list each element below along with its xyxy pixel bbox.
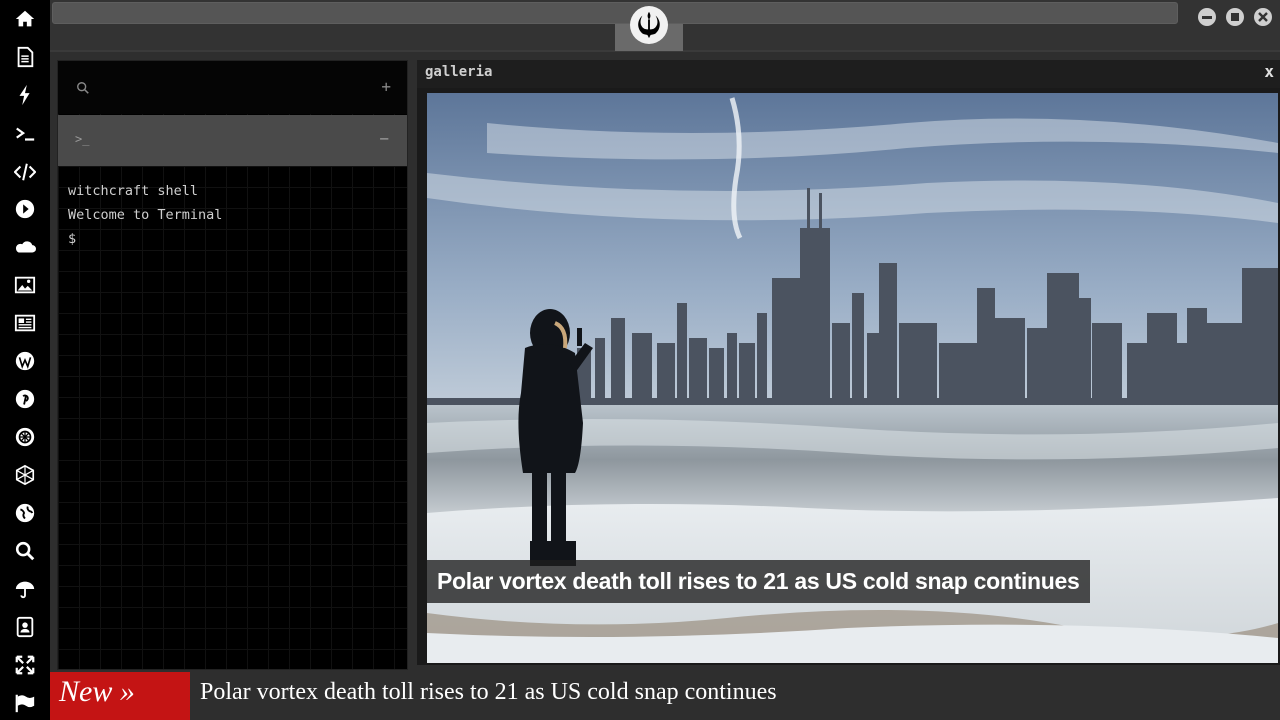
globe-icon[interactable]: [12, 500, 38, 526]
collapse-terminal-button[interactable]: −: [379, 129, 389, 148]
galleria-panel: galleria x Polar vortex death toll rises…: [417, 60, 1280, 665]
terminal-tab[interactable]: >_ −: [58, 115, 407, 166]
sidebar: [0, 0, 50, 720]
expand-icon[interactable]: [12, 652, 38, 678]
galleria-header: galleria x: [417, 60, 1280, 88]
image-icon[interactable]: [12, 272, 38, 298]
top-bar: [50, 0, 1280, 52]
news-ticker: New » Polar vortex death toll rises to 2…: [50, 672, 1280, 720]
terminal-line: Welcome to Terminal: [68, 207, 223, 223]
search-icon[interactable]: [12, 538, 38, 564]
rebel-alliance-icon[interactable]: [12, 424, 38, 450]
search-icon[interactable]: [76, 81, 90, 95]
terminal-line: witchcraft shell: [68, 183, 199, 199]
minimize-button[interactable]: [1198, 8, 1216, 26]
terminal-search-bar[interactable]: +: [58, 61, 407, 114]
sphere-icon[interactable]: [12, 462, 38, 488]
galleria-title: galleria: [425, 64, 493, 80]
newspaper-icon[interactable]: [12, 310, 38, 336]
galleria-close-button[interactable]: x: [1264, 62, 1274, 81]
play-icon[interactable]: [12, 196, 38, 222]
document-icon[interactable]: [12, 44, 38, 70]
umbrella-icon[interactable]: [12, 576, 38, 602]
cloud-icon[interactable]: [12, 234, 38, 260]
news-headline-link[interactable]: Polar vortex death toll rises to 21 as U…: [200, 679, 777, 706]
flag-icon[interactable]: [12, 690, 38, 716]
pinterest-icon[interactable]: [12, 386, 38, 412]
desktop: + >_ − witchcraft shell Welcome to Termi…: [0, 0, 1280, 720]
top-input-bar[interactable]: [52, 2, 1178, 24]
terminal-output[interactable]: witchcraft shell Welcome to Terminal $: [68, 179, 222, 251]
close-button[interactable]: [1254, 8, 1272, 26]
terminal-prompt-line[interactable]: $: [68, 227, 222, 251]
terminal-panel: + >_ − witchcraft shell Welcome to Termi…: [57, 60, 408, 670]
rebel-logo-icon[interactable]: [630, 6, 668, 44]
terminal-tab-prompt: >_: [75, 132, 90, 146]
wordpress-icon[interactable]: [12, 348, 38, 374]
terminal-icon[interactable]: [12, 121, 38, 147]
news-badge: New »: [50, 672, 190, 720]
contact-book-icon[interactable]: [12, 614, 38, 640]
maximize-button[interactable]: [1226, 8, 1244, 26]
code-icon[interactable]: [12, 159, 38, 185]
bolt-icon[interactable]: [12, 82, 38, 108]
home-icon[interactable]: [12, 6, 38, 32]
add-terminal-button[interactable]: +: [381, 77, 391, 96]
photo-caption: Polar vortex death toll rises to 21 as U…: [427, 560, 1090, 603]
